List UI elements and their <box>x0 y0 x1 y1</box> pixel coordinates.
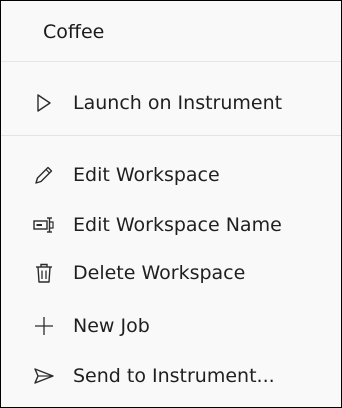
play-outline-icon <box>31 90 57 116</box>
edit-workspace-label: Edit Workspace <box>73 164 220 186</box>
launch-on-instrument-item[interactable]: Launch on Instrument <box>1 78 341 128</box>
edit-workspace-name-label: Edit Workspace Name <box>73 214 282 236</box>
rename-icon <box>31 212 57 238</box>
menu-divider <box>1 135 341 136</box>
launch-on-instrument-label: Launch on Instrument <box>73 92 283 114</box>
delete-workspace-label: Delete Workspace <box>73 262 246 284</box>
context-menu: Coffee Launch on Instrument Edit Workspa… <box>0 0 342 408</box>
send-icon <box>31 363 57 389</box>
pencil-icon <box>31 162 57 188</box>
delete-workspace-item[interactable]: Delete Workspace <box>1 248 341 298</box>
menu-header: Coffee <box>1 1 341 62</box>
trash-icon <box>31 260 57 286</box>
new-job-label: New Job <box>73 315 150 337</box>
edit-workspace-item[interactable]: Edit Workspace <box>1 150 341 200</box>
send-to-instrument-item[interactable]: Send to Instrument... <box>1 351 341 401</box>
send-to-instrument-label: Send to Instrument... <box>73 365 275 387</box>
new-job-item[interactable]: New Job <box>1 301 341 351</box>
menu-title: Coffee <box>43 21 105 43</box>
edit-workspace-name-item[interactable]: Edit Workspace Name <box>1 200 341 250</box>
plus-icon <box>31 313 57 339</box>
